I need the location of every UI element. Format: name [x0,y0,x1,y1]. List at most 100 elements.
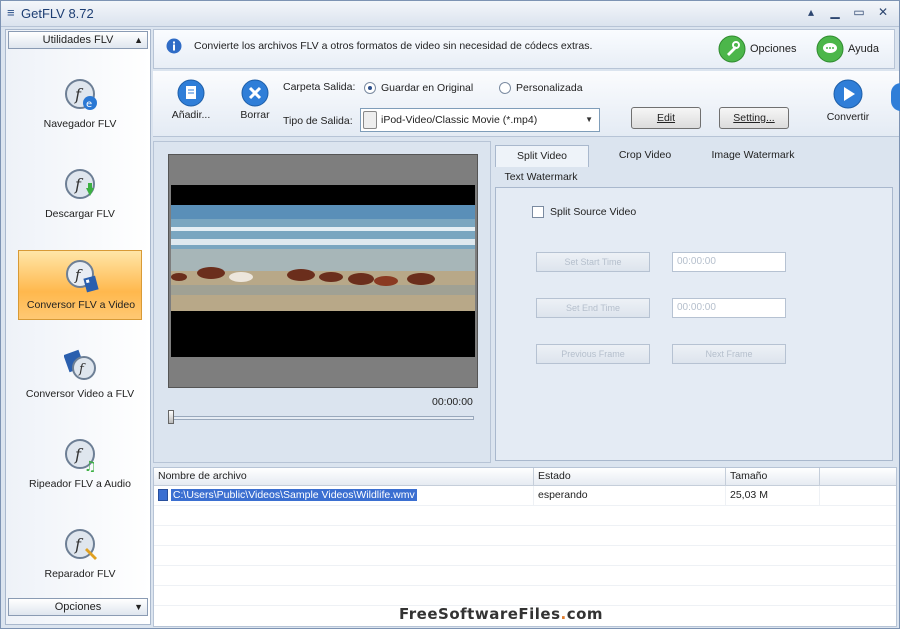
split-source-checkbox[interactable] [532,206,544,218]
column-header-filename[interactable]: Nombre de archivo [154,468,534,486]
help-label: Ayuda [848,43,879,55]
output-type-label: Tipo de Salida: [283,115,353,127]
chevron-down-icon: ▼ [134,602,143,612]
radio-save-original-label: Guardar en Original [381,82,474,94]
chat-bubble-icon [816,35,844,63]
site-watermark: FreeSoftwareFiles.com [399,605,603,623]
minimize-icon[interactable]: ▁ [829,5,841,19]
utilities-dropdown-label: Utilidades FLV [42,34,114,46]
column-header-size[interactable]: Tamaño [726,468,820,486]
delete-label: Borrar [240,109,270,121]
flash-music-icon: f ♫ [65,439,97,472]
empty-row [154,506,896,526]
add-label: Añadir... [171,109,211,121]
set-end-time-button[interactable]: Set End Time [536,298,650,318]
convert-label: Convertir [826,111,870,123]
video-file-icon [158,489,168,502]
maximize-icon[interactable]: ▭ [853,5,865,19]
output-type-select[interactable]: iPod-Video/Classic Movie (*.mp4) ▼ [360,108,600,132]
chevron-up-icon: ▲ [134,35,143,45]
options-dropdown-label: Opciones [54,601,102,613]
options-label: Opciones [750,43,797,55]
window-title: GetFLV 8.72 [21,6,94,21]
preview-panel: 00:00:00 [153,141,491,463]
options-dropdown[interactable]: Opciones ▼ [8,598,148,616]
table-row[interactable]: C:\Users\Public\Videos\Sample Videos\Wil… [154,486,896,506]
tab-crop-video[interactable]: Crop Video [609,145,681,167]
watermark-brand: FreeSoftwareFiles [399,605,561,623]
watermark-tld: com [566,605,604,623]
tab-split-video[interactable]: Split Video [495,145,589,167]
sidebar-item-navegador[interactable]: f e Navegador FLV [18,78,142,148]
help-button[interactable]: Ayuda [816,34,879,64]
flash-ie-icon: f e [65,79,97,110]
flash-film-icon: f [66,260,99,293]
flash-download-icon: f [65,169,95,199]
ipod-icon [363,111,377,129]
info-icon [166,38,182,54]
effects-tabs: Split Video Crop Video Image Watermark T… [493,141,897,463]
add-button[interactable]: Añadir... [171,79,211,121]
radio-save-original[interactable] [364,82,376,94]
seek-slider-thumb[interactable] [168,410,174,424]
play-icon [833,79,863,109]
window-controls: ▴ ▁ ▭ ✕ [805,5,889,19]
tab-image-watermark[interactable]: Image Watermark [703,145,803,167]
empty-row [154,526,896,546]
sidebar-item-label: Ripeador FLV a Audio [29,478,131,490]
flash-repair-icon: f [65,529,97,560]
sidebar-item-label: Descargar FLV [45,208,115,220]
split-video-panel: Split Source Video Set Start Time 00:00:… [495,187,893,461]
empty-row [154,586,896,606]
toolbar: Añadir... Borrar Carpeta Salida: Guardar… [153,71,900,137]
sidebar-item-conversor-video-flv[interactable]: f Conversor Video a FLV [18,348,142,418]
setting-button[interactable]: Setting... [719,107,789,129]
document-add-icon [177,79,205,107]
file-size-cell: 25,03 M [726,486,820,506]
empty-row [154,566,896,586]
sidebar-item-label: Navegador FLV [43,118,117,130]
svg-text:e: e [86,99,92,110]
sidebar-item-ripeador[interactable]: f ♫ Ripeador FLV a Audio [18,438,142,508]
delete-button[interactable]: Borrar [237,79,273,121]
info-message: Convierte los archivos FLV a otros forma… [194,40,593,52]
sidebar-item-conversor-flv-video[interactable]: f Conversor FLV a Video [18,250,142,320]
file-list-header: Nombre de archivo Estado Tamaño [154,468,896,486]
system-menu-icon[interactable]: ≡ [7,5,15,20]
column-header-status[interactable]: Estado [534,468,726,486]
next-frame-button[interactable]: Next Frame [672,344,786,364]
sidebar-item-reparador[interactable]: f Reparador FLV [18,528,142,598]
sidebar-item-label: Reparador FLV [44,568,116,580]
file-status-cell: esperando [534,486,726,506]
more-toolbar-icon[interactable] [891,83,900,111]
seek-slider-track[interactable] [170,416,474,420]
file-list: Nombre de archivo Estado Tamaño C:\Users… [153,467,897,627]
options-button[interactable]: Opciones [718,34,796,64]
sidebar-item-descargar[interactable]: f Descargar FLV [18,168,142,238]
utilities-dropdown[interactable]: Utilidades FLV ▲ [8,31,148,49]
radio-custom-label: Personalizada [516,82,583,94]
radio-custom[interactable] [499,82,511,94]
convert-button[interactable]: Convertir [825,79,871,123]
collapse-icon[interactable]: ▴ [805,5,817,19]
beach-horses-thumbnail [171,185,475,357]
edit-button[interactable]: Edit [631,107,701,129]
file-name-cell: C:\Users\Public\Videos\Sample Videos\Wil… [154,486,534,506]
output-type-value: iPod-Video/Classic Movie (*.mp4) [381,114,538,126]
tab-text-watermark[interactable]: Text Watermark [499,167,583,189]
start-time-field[interactable]: 00:00:00 [672,252,786,272]
info-bar: Convierte los archivos FLV a otros forma… [153,29,895,69]
sidebar-item-label: Conversor Video a FLV [25,388,135,400]
playback-time: 00:00:00 [432,396,473,408]
set-start-time-button[interactable]: Set Start Time [536,252,650,272]
video-preview [168,154,478,388]
end-time-field[interactable]: 00:00:00 [672,298,786,318]
delete-icon [241,79,269,107]
close-icon[interactable]: ✕ [877,5,889,19]
previous-frame-button[interactable]: Previous Frame [536,344,650,364]
wrench-icon [718,35,746,63]
sidebar: Utilidades FLV ▲ f e Navegador FLV f Des… [5,29,151,625]
app-window: ≡ GetFLV 8.72 ▴ ▁ ▭ ✕ Utilidades FLV ▲ f… [0,0,900,629]
film-flash-icon: f [64,349,96,380]
chevron-down-icon: ▼ [585,115,593,124]
